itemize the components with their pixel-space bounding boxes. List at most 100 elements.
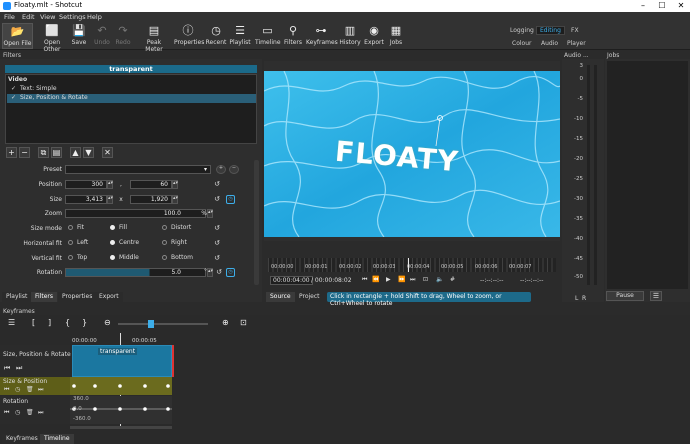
- layout-logging[interactable]: Logging: [510, 27, 534, 34]
- timeline-button[interactable]: ▭ Timeline: [255, 23, 281, 49]
- minimize-button[interactable]: –: [636, 0, 650, 12]
- redo-button[interactable]: ↷ Redo: [114, 23, 132, 49]
- previous-keyframe-icon[interactable]: ⏮: [4, 409, 9, 417]
- fast-forward-icon[interactable]: ⏩: [398, 276, 405, 283]
- layout-colour[interactable]: Colour: [512, 40, 531, 47]
- skip-start-icon[interactable]: ⏮: [362, 276, 367, 284]
- remove-filter-button[interactable]: −: [19, 147, 30, 158]
- add-filter-button[interactable]: +: [6, 147, 17, 158]
- tab-playlist[interactable]: Playlist: [2, 292, 32, 302]
- rotation-spin[interactable]: ▴▾: [207, 268, 213, 277]
- size-height-field[interactable]: 1,920: [130, 195, 172, 204]
- playlist-button[interactable]: ☰ Playlist: [229, 23, 251, 49]
- next-keyframe-icon[interactable]: ⏭: [38, 386, 43, 394]
- position-y-spin[interactable]: ▴▾: [172, 180, 178, 189]
- undo-icon[interactable]: ↺: [212, 224, 222, 233]
- layout-fx[interactable]: FX: [571, 27, 579, 34]
- position-x-field[interactable]: 300: [65, 180, 107, 189]
- seek-previous-keyframe-icon[interactable]: [: [32, 318, 35, 327]
- size-height-spin[interactable]: ▴▾: [172, 195, 178, 204]
- skip-end-icon[interactable]: ⏭: [410, 276, 415, 284]
- keyframe-stopwatch-icon[interactable]: ◷: [226, 195, 235, 204]
- trash-icon[interactable]: 🗑: [26, 386, 34, 393]
- previous-keyframe-icon[interactable]: ⏮: [4, 364, 10, 373]
- seek-previous-simple-icon[interactable]: {: [65, 318, 70, 327]
- vfit-bottom-radio[interactable]: Bottom: [162, 254, 193, 261]
- zoom-slider[interactable]: [118, 320, 208, 328]
- preset-combo[interactable]: ▾: [65, 165, 211, 174]
- menu-settings[interactable]: Settings: [59, 13, 86, 21]
- copy-filter-button[interactable]: ⧉: [38, 147, 49, 158]
- toggle-zoom-icon[interactable]: ⊡: [423, 276, 428, 283]
- stopwatch-icon[interactable]: ◷: [15, 386, 20, 393]
- open-file-button[interactable]: 📂 Open File: [2, 23, 33, 49]
- position-x-spin[interactable]: ▴▾: [107, 180, 113, 189]
- layout-audio[interactable]: Audio: [541, 40, 558, 47]
- save-preset-button[interactable]: +: [216, 165, 226, 174]
- grid-icon[interactable]: #: [450, 276, 455, 283]
- pause-jobs-button[interactable]: Pause: [606, 291, 644, 301]
- seek-next-keyframe-icon[interactable]: ]: [48, 318, 51, 327]
- layout-editing[interactable]: Editing: [536, 26, 565, 35]
- vfit-top-radio[interactable]: Top: [68, 254, 87, 261]
- hfit-left-radio[interactable]: Left: [68, 239, 88, 246]
- size-mode-distort-radio[interactable]: Distort: [162, 224, 191, 231]
- previous-keyframe-icon[interactable]: ⏮: [4, 386, 9, 394]
- stopwatch-icon[interactable]: ◷: [15, 409, 20, 416]
- tab-properties[interactable]: Properties: [58, 292, 97, 302]
- checkbox-icon[interactable]: ✓: [11, 94, 16, 101]
- tab-project[interactable]: Project: [295, 292, 324, 302]
- size-width-spin[interactable]: ▴▾: [107, 195, 113, 204]
- keyframe-stopwatch-icon[interactable]: ◷: [226, 268, 235, 277]
- open-other-button[interactable]: ⬜ Open Other: [35, 23, 69, 53]
- filter-item-size-position-rotate[interactable]: ✓ Size, Position & Rotate: [7, 94, 256, 103]
- jobs-button[interactable]: ▦ Jobs: [387, 23, 405, 49]
- peak-meter-button[interactable]: ▤ Peak Meter: [138, 23, 170, 53]
- in-point-field[interactable]: --:--:--:--: [480, 277, 503, 284]
- deselect-filter-button[interactable]: ✕: [102, 147, 113, 158]
- trash-icon[interactable]: 🗑: [26, 409, 34, 416]
- undo-icon[interactable]: ↺: [212, 180, 222, 189]
- tab-filters[interactable]: Filters: [31, 292, 57, 302]
- tab-export[interactable]: Export: [95, 292, 123, 302]
- next-keyframe-icon[interactable]: ⏭: [38, 409, 43, 417]
- zoom-spin[interactable]: ▴▾: [207, 209, 213, 218]
- properties-button[interactable]: ⓘ Properties: [174, 23, 204, 49]
- undo-icon[interactable]: ↺: [212, 239, 222, 248]
- size-width-field[interactable]: 3,413: [65, 195, 107, 204]
- jobs-menu-icon[interactable]: ☰: [650, 291, 662, 301]
- undo-icon[interactable]: ↺: [214, 268, 224, 277]
- menu-edit[interactable]: Edit: [22, 13, 35, 21]
- undo-button[interactable]: ↶ Undo: [93, 23, 111, 49]
- rewind-icon[interactable]: ⏪: [372, 276, 379, 283]
- menu-view[interactable]: View: [40, 13, 55, 21]
- keyframes-hscrollbar[interactable]: [70, 426, 172, 429]
- vfit-middle-radio[interactable]: Middle: [110, 254, 139, 261]
- rotation-keyframe-track[interactable]: 360.0 0.0 -360.0: [70, 396, 172, 424]
- recent-button[interactable]: ◷ Recent: [205, 23, 227, 49]
- menu-file[interactable]: File: [4, 13, 15, 21]
- zoom-slider[interactable]: 100.0: [65, 209, 206, 218]
- move-down-button[interactable]: ▼: [83, 147, 94, 158]
- zoom-in-icon[interactable]: ⊕: [222, 318, 229, 327]
- save-button[interactable]: 💾 Save: [70, 23, 88, 49]
- undo-icon[interactable]: ↺: [212, 254, 222, 263]
- tab-keyframes[interactable]: Keyframes: [2, 434, 42, 444]
- undo-icon[interactable]: ↺: [212, 195, 222, 204]
- checkbox-icon[interactable]: ✓: [11, 85, 16, 92]
- zoom-slider-handle[interactable]: [148, 320, 154, 328]
- play-icon[interactable]: ▶: [386, 276, 391, 283]
- size-mode-fit-radio[interactable]: Fit: [68, 224, 84, 231]
- keyframes-button[interactable]: ⊶ Keyframes: [306, 23, 338, 49]
- zoom-out-icon[interactable]: ⊖: [104, 318, 111, 327]
- volume-icon[interactable]: 🔈: [436, 276, 443, 283]
- menu-help[interactable]: Help: [87, 13, 102, 21]
- size-position-keyframe-track[interactable]: [70, 377, 172, 395]
- size-mode-fill-radio[interactable]: Fill: [110, 224, 127, 231]
- current-time-field[interactable]: 00:00:04:00: [270, 276, 313, 285]
- export-button[interactable]: ◉ Export: [364, 23, 384, 49]
- filter-item-text-simple[interactable]: ✓ Text: Simple: [7, 85, 256, 94]
- rotation-slider[interactable]: 5.0: [65, 268, 206, 277]
- next-keyframe-icon[interactable]: ⏭: [16, 364, 22, 373]
- seek-next-simple-icon[interactable]: }: [82, 318, 87, 327]
